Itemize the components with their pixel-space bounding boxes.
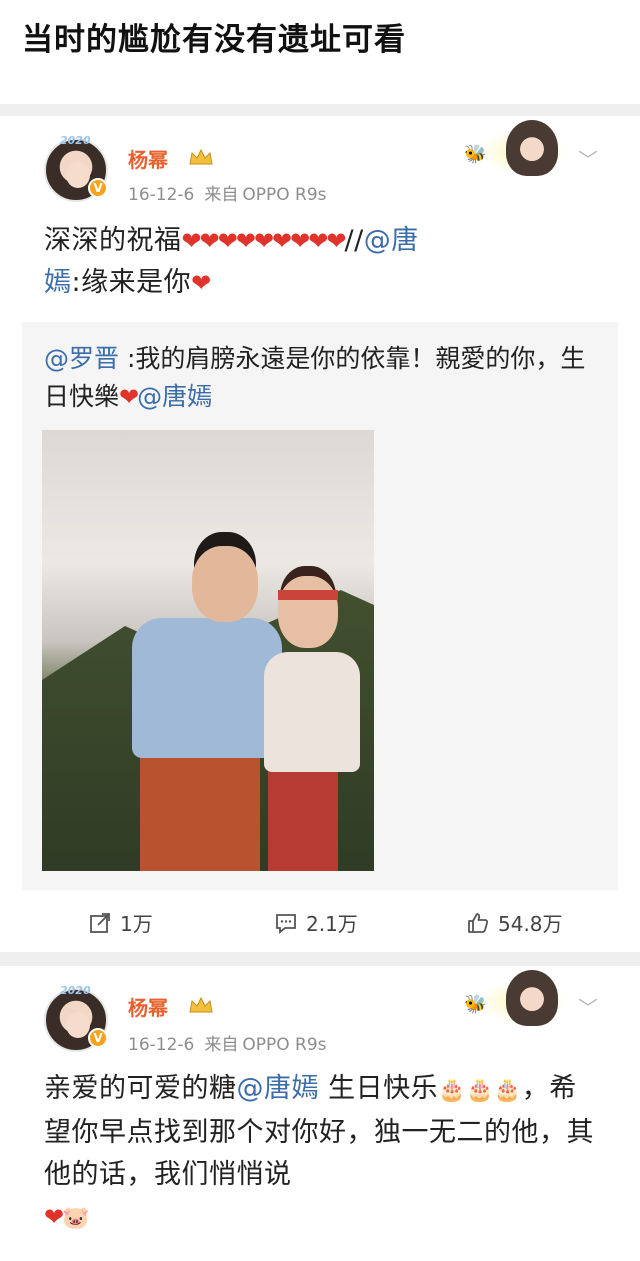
repost-count: 1万	[120, 912, 153, 936]
post-text-part: 亲爱的可爱的糖	[44, 1073, 237, 1104]
sticker-portrait	[506, 120, 558, 176]
source-label: 来自	[204, 1035, 239, 1055]
weibo-post: 2020 V 杨幂 16-12-6 来自 OPPO R9s 🐝 ﹀ 深深的祝福❤❤❤…	[0, 116, 640, 952]
avatar-face	[66, 1012, 90, 1038]
post-text-part: :缘来是你	[71, 267, 192, 298]
card-sticker: 🐝	[458, 120, 568, 178]
heart-icon: ❤	[44, 1203, 64, 1231]
bee-icon: 🐝	[464, 994, 487, 1015]
like-button[interactable]: 54.8万	[466, 908, 563, 937]
mention-link[interactable]: @唐	[364, 225, 419, 256]
photo-girl-body	[264, 652, 360, 772]
post-meta: 16-12-6 来自 OPPO R9s	[128, 180, 327, 205]
photo-girl-legs	[268, 760, 338, 871]
bee-icon: 🐝	[464, 144, 487, 165]
source-device[interactable]: OPPO R9s	[242, 185, 326, 205]
verified-badge-icon: V	[88, 1028, 108, 1048]
username[interactable]: 杨幂	[128, 144, 168, 173]
post-date: 16-12-6	[128, 185, 195, 205]
mention-link[interactable]: @唐嫣	[137, 382, 212, 411]
card-sticker: 🐝	[458, 970, 568, 1028]
repost-button[interactable]: 1万	[88, 908, 153, 937]
repost-card[interactable]: @罗晋 :我的肩膀永遠是你的依靠！親愛的你，生日快樂❤@唐嫣	[22, 322, 618, 890]
avatar-decoration-icon: 2020	[60, 134, 91, 147]
share-icon	[90, 912, 110, 933]
source-label: 来自	[204, 185, 239, 205]
avatar[interactable]: 2020 V	[44, 984, 108, 1052]
crown-icon	[189, 996, 213, 1013]
post-date: 16-12-6	[128, 1035, 195, 1055]
divider	[0, 104, 640, 116]
verified-badge-icon: V	[88, 178, 108, 198]
photo-boy-body	[132, 618, 282, 758]
post-meta: 16-12-6 来自 OPPO R9s	[128, 1030, 327, 1055]
cake-icon: 🎂	[493, 1078, 522, 1103]
mention-link[interactable]: @罗晋	[44, 344, 119, 373]
divider	[0, 952, 640, 966]
weibo-post: 2020 V 杨幂 16-12-6 来自 OPPO R9s 🐝 ﹀ 亲爱的可爱的糖@…	[0, 966, 640, 1261]
username[interactable]: 杨幂	[128, 992, 168, 1021]
avatar-decoration-icon: 2020	[60, 984, 91, 997]
comment-count: 2.1万	[306, 912, 358, 936]
comment-icon	[276, 913, 296, 934]
photo-boy-head	[192, 546, 258, 622]
comment-button[interactable]: 2.1万	[274, 908, 358, 937]
repost-photo[interactable]	[42, 430, 374, 871]
repost-slash: //	[344, 225, 364, 256]
action-bar: 1万 2.1万 54.8万	[0, 900, 640, 944]
heart-icon: ❤❤❤❤❤❤❤❤❤	[181, 227, 347, 255]
mention-link[interactable]: @唐嫣	[237, 1073, 320, 1104]
chevron-down-icon[interactable]: ﹀	[578, 144, 598, 173]
post-text: 亲爱的可爱的糖@唐嫣 生日快乐🎂🎂🎂，希望你早点找到那个对你好，独一无二的他，其…	[44, 1068, 600, 1240]
post-text-part: 生日快乐	[319, 1073, 439, 1104]
avatar-face	[66, 162, 90, 188]
mention-link[interactable]: 嫣	[44, 267, 72, 298]
chevron-down-icon[interactable]: ﹀	[578, 992, 598, 1021]
pig-icon: 🐷	[62, 1206, 91, 1231]
cake-icon: 🎂🎂	[438, 1078, 494, 1103]
photo-girl-head	[278, 576, 338, 648]
like-count: 54.8万	[498, 912, 563, 936]
page-title: 当时的尴尬有没有遗址可看	[22, 22, 406, 58]
heart-icon: ❤	[119, 383, 139, 411]
photo-girl-headband	[278, 590, 338, 600]
heart-icon: ❤	[191, 269, 211, 297]
avatar[interactable]: 2020 V	[44, 134, 108, 202]
source-device[interactable]: OPPO R9s	[242, 1035, 326, 1055]
photo-boy-legs	[140, 748, 260, 871]
post-text-part: 深深的祝福	[44, 225, 182, 256]
sticker-portrait	[506, 970, 558, 1026]
repost-text: @罗晋 :我的肩膀永遠是你的依靠！親愛的你，生日快樂❤@唐嫣	[44, 340, 600, 416]
crown-icon	[189, 148, 213, 165]
thumbs-up-icon	[468, 912, 489, 933]
post-text: 深深的祝福❤❤❤❤❤❤❤❤❤//@唐 嫣:缘来是你❤	[44, 220, 600, 304]
